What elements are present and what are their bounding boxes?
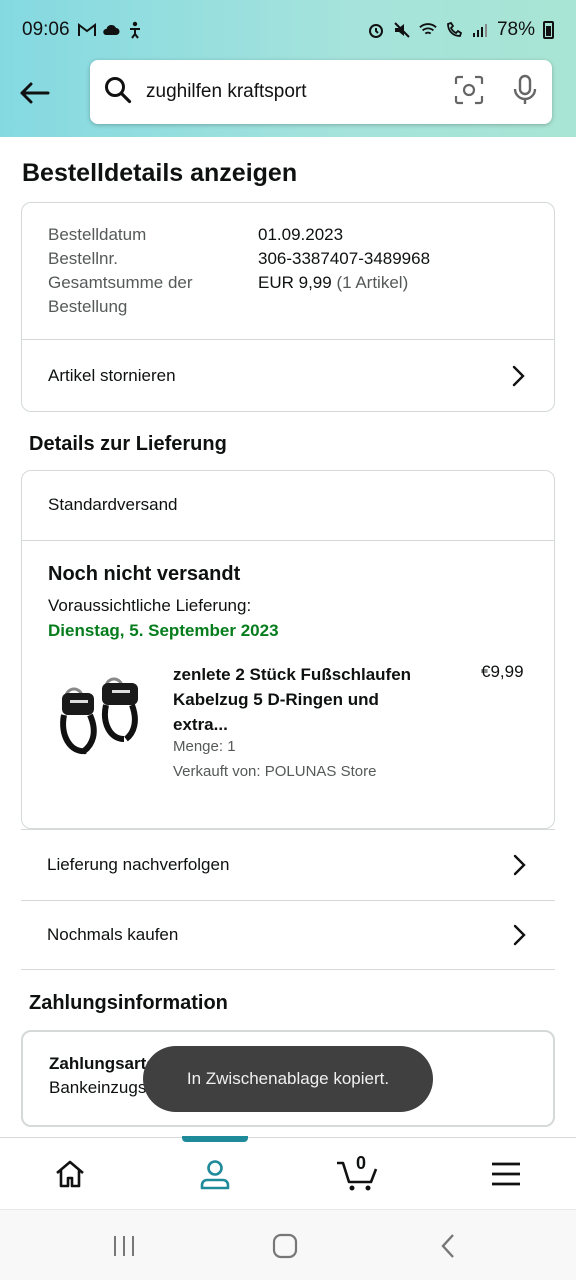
track-delivery-row[interactable]: Lieferung nachverfolgen [21,829,555,899]
chevron-right-icon [508,365,528,387]
order-item-count: (1 Artikel) [336,273,409,292]
shipping-method-row: Standardversand [22,471,554,539]
microphone-icon[interactable] [512,74,538,111]
cloud-icon [102,21,120,39]
alarm-icon [367,21,385,39]
search-input[interactable]: zughilfen kraftsport [146,81,454,103]
product-seller: Verkauft von: POLUNAS Store [173,763,377,780]
search-bar[interactable]: zughilfen kraftsport [90,60,552,124]
status-bar: 09:06 78% [0,0,576,60]
nav-cart[interactable]: 0 [318,1138,398,1210]
home-icon [56,1160,84,1188]
camera-search-icon[interactable] [454,75,484,110]
page-title: Bestelldetails anzeigen [22,159,298,187]
recent-apps-button[interactable] [104,1228,144,1264]
back-system-button[interactable] [428,1228,468,1264]
nav-account[interactable] [175,1138,255,1210]
bottom-navigation: 0 [0,1136,576,1210]
expected-delivery-label: Voraussichtliche Lieferung: [48,596,252,615]
account-icon [200,1160,230,1190]
order-number-label: Bestellnr. [48,249,118,268]
system-navigation [0,1209,576,1280]
wifi-icon [419,21,437,39]
buy-again-row[interactable]: Nochmals kaufen [21,900,555,970]
order-date-label: Bestelldatum [48,225,147,244]
order-total-label: Gesamtsumme der Bestellung [48,273,193,316]
cart-count: 0 [356,1153,367,1173]
recent-apps-icon [114,1236,134,1256]
cancel-items-row[interactable]: Artikel stornieren [22,340,554,412]
chevron-right-icon [509,854,529,875]
product-quantity: Menge: 1 [173,738,236,755]
nav-home[interactable] [30,1138,110,1210]
track-delivery-label: Lieferung nachverfolgen [47,854,230,874]
back-button[interactable] [16,75,52,111]
wifi-calling-icon [445,21,463,39]
search-icon [104,76,132,109]
cancel-items-label: Artikel stornieren [48,366,176,385]
chevron-right-icon [509,924,529,946]
order-number-value: 306-3387407-3489968 [258,249,431,268]
gmail-icon [77,21,96,39]
order-total-value: EUR 9,99 (1 Artikel) [258,271,538,295]
product-price: €9,99 [481,662,524,681]
battery-icon [543,21,554,39]
mute-icon [393,21,411,39]
payment-section-title: Zahlungsinformation [29,992,228,1014]
order-summary-card: Bestelldatum 01.09.2023 Bestellnr. 306-3… [21,202,555,412]
battery-percent: 78% [496,19,535,40]
signal-icon [471,21,489,39]
clipboard-toast: In Zwischenablage kopiert. [143,1046,433,1112]
delivery-section-title: Details zur Lieferung [29,433,227,455]
buy-again-label: Nochmals kaufen [47,925,179,944]
accessibility-icon [126,21,144,39]
status-time: 09:06 [22,19,70,40]
order-date-value: 01.09.2023 [258,225,344,244]
menu-icon [492,1162,520,1186]
expected-delivery-date: Dienstag, 5. September 2023 [48,621,279,640]
shipping-method: Standardversand [48,495,178,514]
home-system-icon [272,1233,298,1259]
back-arrow-icon [20,82,50,104]
nav-menu[interactable] [466,1138,546,1210]
order-total-amount: EUR 9,99 [258,273,332,292]
back-system-icon [441,1234,454,1258]
shipment-status: Noch nicht versandt [48,563,241,585]
order-details-content: Bestelldetails anzeigen Bestelldatum 01.… [0,137,576,1137]
product-image[interactable] [52,667,147,762]
divider [22,540,554,541]
home-system-button[interactable] [265,1228,305,1264]
product-title[interactable]: zenlete 2 Stück Fußschlaufen Kabelzug 5 … [173,662,413,737]
